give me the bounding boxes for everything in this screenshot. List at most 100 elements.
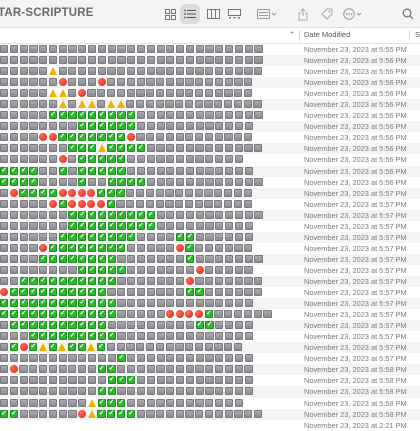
check-icon: ✓: [97, 243, 106, 252]
sort-chevron-icon[interactable]: ⌃: [289, 30, 295, 39]
file-row[interactable]: ✓ ✓ ✓ ✓ ✓ ✓ ✓ ✓ ✓ ✓ ✓ ✓ November 23, 2023 at 5:57 PM: [0, 320, 420, 332]
file-icon: [0, 332, 9, 341]
file-row[interactable]: ✓ ✓ ✓ ✓ ✓ ✓ November 23, 2023 at 5:56 PM: [0, 121, 420, 133]
file-row[interactable]: ✓ ✓ ✓ ✓ ✓ ✓ ✓ ✓ ✓ November 23, 2023 at 5:57 PM: [0, 331, 420, 342]
file-icon: [117, 45, 126, 53]
column-size[interactable]: S: [415, 30, 420, 39]
file-row[interactable]: November 23, 2023 at 5:55 PM: [0, 44, 420, 55]
file-icon: [117, 56, 126, 65]
search-icon[interactable]: [400, 4, 416, 24]
file-icon: [254, 45, 263, 53]
file-row[interactable]: November 23, 2023 at 5:56 PM: [0, 66, 420, 77]
share-icon[interactable]: [296, 4, 310, 24]
grid-view-icon[interactable]: [162, 4, 178, 24]
check-icon: ✓: [48, 321, 58, 330]
file-row[interactable]: ✓ ✓ ✓ ✓ ✓ ✓ ✓ ✓ ✓ November 23, 2023 at 5:56 PM: [0, 177, 420, 188]
file-row[interactable]: November 23, 2023 at 5:56 PM: [0, 88, 420, 99]
file-row[interactable]: ✓ ✓ ✓ ✓ ✓ ✓ ✓ November 23, 2023 at 5:56 PM: [0, 143, 420, 155]
file-name-icons: ✓ ✓ ✓ ✓ ✓ ✓ ✓: [0, 144, 275, 153]
column-divider[interactable]: [409, 30, 410, 41]
column-date-modified[interactable]: Date Modified: [304, 30, 350, 39]
file-icon: [0, 45, 9, 53]
check-icon: ✓: [58, 288, 67, 297]
check-icon: ✓: [67, 343, 77, 352]
file-icon: [215, 299, 224, 308]
file-row[interactable]: ✓ ✓ ✓ ✓ ✓ ✓ ✓ ✓ ✓ November 23, 2023 at 5:57 PM: [0, 209, 420, 221]
check-icon: ✓: [97, 409, 106, 418]
file-name-icons: ✓ ✓ ✓ ✓ ✓ ✓ ✓ ✓ ✓: [0, 111, 275, 120]
file-icon: [205, 155, 214, 164]
column-view-icon[interactable]: [205, 4, 221, 24]
file-icon: [127, 354, 136, 363]
file-icon: [146, 67, 155, 76]
error-icon: [9, 188, 18, 197]
file-row[interactable]: November 23, 2023 at 5:56 PM: [0, 99, 420, 111]
column-divider[interactable]: [299, 30, 300, 41]
error-icon: [19, 343, 28, 352]
file-icon: [127, 387, 136, 396]
empty: [117, 421, 125, 429]
file-row[interactable]: ✓ ✓ November 23, 2023 at 5:57 PM: [0, 199, 420, 210]
check-icon: ✓: [185, 288, 194, 297]
check-icon: ✓: [68, 210, 77, 219]
file-row[interactable]: ✓ ✓ ✓ ✓ ✓ ✓ November 23, 2023 at 5:57 PM: [0, 342, 420, 354]
file-icon: [165, 409, 175, 418]
check-icon: ✓: [0, 299, 9, 308]
file-icon: [155, 89, 165, 98]
file-row[interactable]: ✓ ✓ ✓ ✓ ✓ ✓ ✓ ✓ ✓ ✓ ✓ ✓ November 23, 2023 at 5:57 PM: [0, 287, 420, 298]
file-row[interactable]: ✓ ✓ ✓ ✓ ✓ ✓ ✓ ✓ ✓ ✓ ✓ ✓ ✓ November 23, 2023 at 5:57 P…: [0, 309, 420, 320]
file-row[interactable]: ✓ ✓ ✓ ✓ ✓ ✓ ✓ ✓ ✓ November 23, 2023 at 5:57 PM: [0, 243, 420, 254]
file-row[interactable]: ✓ ✓ ✓ ✓ ✓ ✓ ✓ ✓ ✓ ✓ November 23, 2023 at 5:57 PM: [0, 275, 420, 288]
file-row[interactable]: ✓ ✓ ✓ ✓ ✓ ✓ ✓ ✓ ✓ November 23, 2023 at 5:57 PM: [0, 253, 420, 265]
file-icon: [58, 365, 67, 374]
file-row[interactable]: ✓ ✓ ✓ November 23, 2023 at 5:58 PM: [0, 375, 420, 386]
check-icon: ✓: [97, 254, 106, 263]
tag-icon[interactable]: [320, 4, 334, 24]
check-icon: ✓: [88, 221, 97, 230]
file-row[interactable]: ✓ ✓ ✓ ✓ ✓ ✓ November 23, 2023 at 5:58 PM: [0, 408, 420, 420]
file-icon: [9, 265, 18, 274]
file-icon: [136, 111, 146, 120]
file-row[interactable]: ✓ ✓ November 23, 2023 at 5:58 PM: [0, 386, 420, 398]
file-row[interactable]: ✓ ✓ ✓ ✓ ✓ ✓ ✓ ✓ ✓ ✓ ✓ ✓ November 23, 2023 at 5:57 PM: [0, 298, 420, 310]
file-icon: [78, 354, 87, 363]
file-row[interactable]: November 23, 2023 at 5:56 PM: [0, 77, 420, 89]
file-row[interactable]: ✓ ✓ ✓ ✓ ✓ ✓ ✓ November 23, 2023 at 5:56 PM: [0, 132, 420, 143]
file-row[interactable]: ✓ ✓ ✓ ✓ ✓ ✓ ✓ November 23, 2023 at 5:57 PM: [0, 187, 420, 199]
file-row[interactable]: ✓ ✓ ✓ ✓ ✓ ✓ ✓ ✓ ✓ ✓ November 23, 2023 at 5:57 PM: [0, 231, 420, 243]
file-icon: [9, 210, 18, 219]
gallery-view-icon[interactable]: [226, 4, 242, 24]
warning-icon: [48, 89, 57, 98]
file-row[interactable]: November 23, 2023 at 5:56 PM: [0, 55, 420, 67]
file-icon: [224, 133, 233, 142]
check-icon: ✓: [107, 398, 116, 407]
file-icon: [195, 78, 204, 87]
check-icon: ✓: [88, 166, 97, 175]
file-row[interactable]: ✓ ✓ November 23, 2023 at 5:58 PM: [0, 364, 420, 376]
list-view-icon[interactable]: [180, 4, 200, 24]
file-icon: [166, 45, 175, 53]
file-icon: [136, 89, 145, 98]
file-icon: [224, 365, 233, 374]
group-icon[interactable]: [256, 4, 278, 24]
file-row[interactable]: November 23, 2023 at 2:21 PM: [0, 420, 420, 431]
check-icon: ✓: [78, 221, 87, 230]
file-row[interactable]: ✓ ✓ ✓ ✓ ✓ ✓ ✓ ✓ ✓ November 23, 2023 at 5:57 PM: [0, 221, 420, 232]
file-icon: [224, 332, 234, 341]
file-icon: [39, 166, 48, 175]
warning-icon: [87, 100, 96, 109]
check-icon: ✓: [68, 321, 77, 330]
file-icon: [117, 310, 126, 319]
file-icon: [205, 354, 214, 363]
file-row[interactable]: ✓ ✓ ✓ ✓ ✓ ✓ ✓ ✓ ✓ ✓ November 23, 2023 at 5:56 PM: [0, 165, 420, 177]
more-actions-icon[interactable]: [342, 4, 364, 24]
file-icon: [215, 321, 224, 330]
file-row[interactable]: ✓ ✓ ✓ ✓ ✓ ✓ ✓ ✓ ✓ November 23, 2023 at 5:56 PM: [0, 110, 420, 121]
file-row[interactable]: ✓ ✓ ✓ ✓ ✓ November 23, 2023 at 5:57 PM: [0, 265, 420, 276]
file-row[interactable]: ✓ ✓ ✓ ✓ ✓ November 23, 2023 at 5:56 PM: [0, 154, 420, 165]
check-icon: ✓: [97, 387, 106, 396]
file-row[interactable]: ✓ November 23, 2023 at 5:57 PM: [0, 353, 420, 364]
file-row[interactable]: ✓ ✓ ✓ November 23, 2023 at 5:58 PM: [0, 398, 420, 409]
file-icon: [214, 409, 223, 418]
file-icon: [166, 299, 175, 308]
